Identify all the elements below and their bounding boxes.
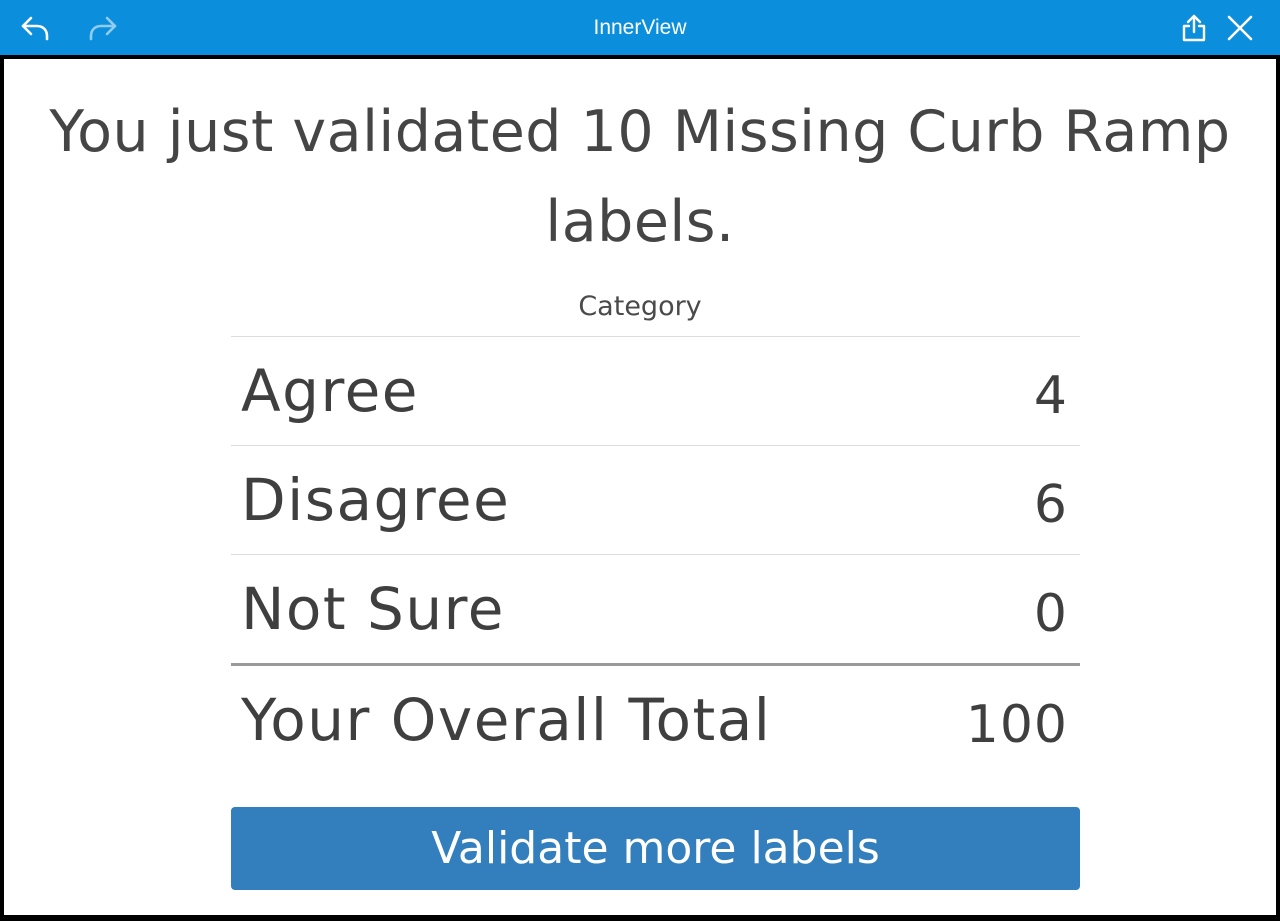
close-icon[interactable] (1222, 10, 1258, 46)
row-value: 4 (1033, 366, 1068, 426)
table-row-total: Your Overall Total 100 (231, 663, 1080, 766)
table-row-agree: Agree 4 (231, 336, 1080, 445)
total-label: Your Overall Total (241, 686, 772, 754)
top-bar: InnerView (0, 0, 1280, 55)
share-icon[interactable] (1176, 10, 1212, 46)
window-title: InnerView (593, 16, 687, 39)
table-header-category: Category (578, 291, 702, 322)
row-label: Agree (241, 357, 419, 425)
row-value: 0 (1033, 584, 1068, 644)
table-row-not-sure: Not Sure 0 (231, 554, 1080, 663)
page-title: You just validated 10 Missing Curb Ramp … (49, 99, 1231, 255)
row-value: 6 (1033, 475, 1068, 535)
results-table: Agree 4 Disagree 6 Not Sure 0 Your Overa… (231, 336, 1080, 766)
main-content: You just validated 10 Missing Curb Ramp … (4, 59, 1276, 915)
row-label: Disagree (241, 466, 511, 534)
total-value: 100 (965, 695, 1068, 755)
row-label: Not Sure (241, 575, 505, 643)
table-row-disagree: Disagree 6 (231, 445, 1080, 554)
validate-more-labels-button[interactable]: Validate more labels (231, 807, 1080, 890)
